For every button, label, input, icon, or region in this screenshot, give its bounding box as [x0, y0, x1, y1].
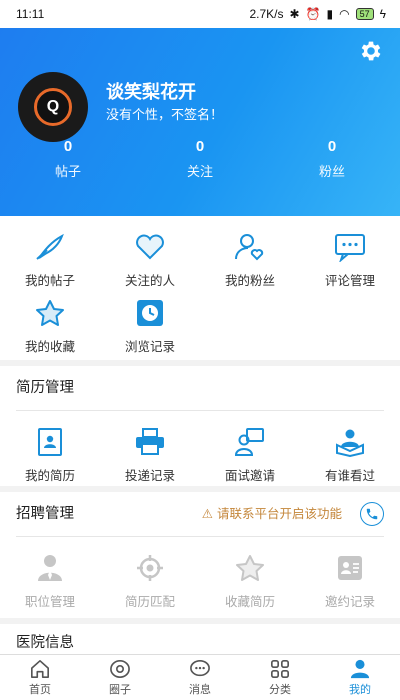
item-label: 我的帖子	[24, 274, 75, 288]
who-viewed-button[interactable]: 有谁看过	[300, 427, 400, 484]
item-label: 浏览记录	[124, 340, 175, 354]
fans-button[interactable]: 我的粉丝	[200, 232, 300, 298]
bluetooth-icon: ✱	[289, 7, 300, 21]
gear-icon[interactable]	[358, 38, 384, 64]
item-label: 简历匹配	[124, 595, 175, 609]
my-favorites-button[interactable]: 我的收藏	[0, 298, 100, 362]
stat-fans[interactable]: 0 粉丝	[292, 138, 372, 180]
position-manage-button[interactable]: 职位管理	[0, 553, 100, 610]
item-label: 我的收藏	[24, 340, 75, 354]
stat-label: 帖子	[54, 164, 81, 179]
delivery-records-button[interactable]: 投递记录	[100, 427, 200, 484]
favorite-resume-button[interactable]: 收藏简历	[200, 553, 300, 610]
invite-records-button[interactable]: 邀约记录	[300, 553, 400, 610]
signal-icon: ▮	[326, 7, 334, 21]
item-label: 面试邀请	[224, 469, 275, 483]
stat-value: 0	[63, 138, 73, 155]
bottom-tab-bar: 首页 圈子 消息 分类 我的	[0, 654, 400, 700]
stat-label: 粉丝	[318, 164, 345, 179]
warning-text: 请联系平台开启该功能	[216, 507, 342, 521]
tab-home[interactable]: 首页	[0, 655, 80, 700]
item-label: 邀约记录	[324, 595, 375, 609]
person-tie-icon	[38, 555, 62, 581]
tab-label: 我的	[349, 683, 371, 696]
target-icon	[137, 555, 163, 581]
quick-actions-card: 我的帖子 关注的人 我的粉丝 评论管理 我的收藏 浏览记录	[0, 216, 400, 360]
resume-grid: 我的简历 投递记录 面试邀请 有谁看过	[0, 411, 400, 484]
status-time: 11:11	[16, 7, 45, 21]
user-signature: 没有个性，不签名！	[106, 107, 224, 122]
profile-stats: 0 帖子 0 关注 0 粉丝	[0, 138, 400, 180]
alarm-icon: ⏰	[305, 7, 321, 21]
warning-icon: ⚠	[201, 507, 213, 521]
tab-mine[interactable]: 我的	[320, 655, 400, 700]
hospital-card: 医院信息	[0, 624, 400, 658]
status-indicators: 2.7K/s ✱ ⏰ ▮ ◠ 57 ϟ	[249, 7, 386, 21]
star-outline-icon	[236, 555, 264, 581]
card-icon	[338, 556, 362, 580]
tab-circle[interactable]: 圈子	[80, 655, 160, 700]
comment-icon	[335, 234, 365, 262]
recruit-grid: 职位管理 简历匹配 收藏简历 邀约记录	[0, 537, 400, 610]
tab-label: 消息	[189, 683, 211, 696]
stat-label: 关注	[186, 164, 213, 179]
home-icon	[31, 659, 49, 678]
status-bar: 11:11 2.7K/s ✱ ⏰ ▮ ◠ 57 ϟ	[0, 0, 400, 28]
battery-icon: 57	[355, 8, 374, 20]
resume-section-title: 简历管理	[16, 380, 74, 396]
item-label: 关注的人	[124, 274, 175, 288]
resume-match-button[interactable]: 简历匹配	[100, 553, 200, 610]
recruit-warning: ⚠ 请联系平台开启该功能	[202, 492, 342, 536]
category-icon	[271, 659, 289, 678]
stat-posts[interactable]: 0 帖子	[28, 138, 108, 180]
interview-icon	[234, 428, 264, 456]
profile-header: Q 谈笑梨花开 没有个性，不签名！ 0 帖子 0 关注 0 粉丝	[0, 28, 400, 216]
user-name: 谈笑梨花开	[106, 82, 196, 102]
tab-label: 圈子	[109, 683, 131, 696]
resume-icon	[38, 428, 62, 456]
interview-invite-button[interactable]: 面试邀请	[200, 427, 300, 484]
viewer-icon	[336, 429, 364, 457]
item-label: 投递记录	[124, 469, 175, 483]
stat-following[interactable]: 0 关注	[160, 138, 240, 180]
tab-category[interactable]: 分类	[240, 655, 320, 700]
star-icon	[36, 300, 64, 326]
browse-history-button[interactable]: 浏览记录	[100, 298, 200, 362]
contact-phone-button[interactable]	[360, 502, 384, 526]
charging-icon: ϟ	[379, 7, 386, 21]
quick-actions-grid: 我的帖子 关注的人 我的粉丝 评论管理 我的收藏 浏览记录	[0, 232, 400, 362]
item-label: 我的粉丝	[224, 274, 275, 288]
tab-label: 首页	[29, 683, 51, 696]
user-icon	[350, 659, 370, 678]
item-label: 我的简历	[24, 469, 75, 483]
following-button[interactable]: 关注的人	[100, 232, 200, 298]
item-label: 有谁看过	[324, 469, 375, 483]
tab-label: 分类	[269, 683, 291, 696]
message-icon	[190, 659, 210, 676]
wifi-icon: ◠	[339, 7, 350, 21]
phone-icon	[366, 508, 378, 520]
avatar[interactable]: Q	[18, 72, 88, 142]
recruit-card: 招聘管理 ⚠ 请联系平台开启该功能 职位管理 简历匹配 收藏简历 邀约记录	[0, 492, 400, 618]
printer-icon	[136, 428, 164, 455]
hospital-section-title[interactable]: 医院信息	[0, 624, 400, 658]
stat-value: 0	[195, 138, 205, 155]
avatar-logo: Q	[34, 88, 72, 126]
item-label: 收藏简历	[224, 595, 275, 609]
my-resume-button[interactable]: 我的简历	[0, 427, 100, 484]
resume-card: 简历管理 我的简历 投递记录 面试邀请 有谁看过	[0, 366, 400, 486]
network-speed: 2.7K/s	[249, 7, 284, 21]
comment-manage-button[interactable]: 评论管理	[300, 232, 400, 298]
clock-icon	[137, 300, 163, 326]
item-label: 职位管理	[24, 595, 75, 609]
my-posts-button[interactable]: 我的帖子	[0, 232, 100, 298]
item-label: 评论管理	[324, 274, 375, 288]
heart-icon	[136, 234, 164, 260]
circle-icon	[110, 659, 130, 678]
tab-messages[interactable]: 消息	[160, 655, 240, 700]
stat-value: 0	[327, 138, 337, 155]
user-heart-icon	[235, 234, 264, 261]
feather-icon	[36, 233, 64, 260]
